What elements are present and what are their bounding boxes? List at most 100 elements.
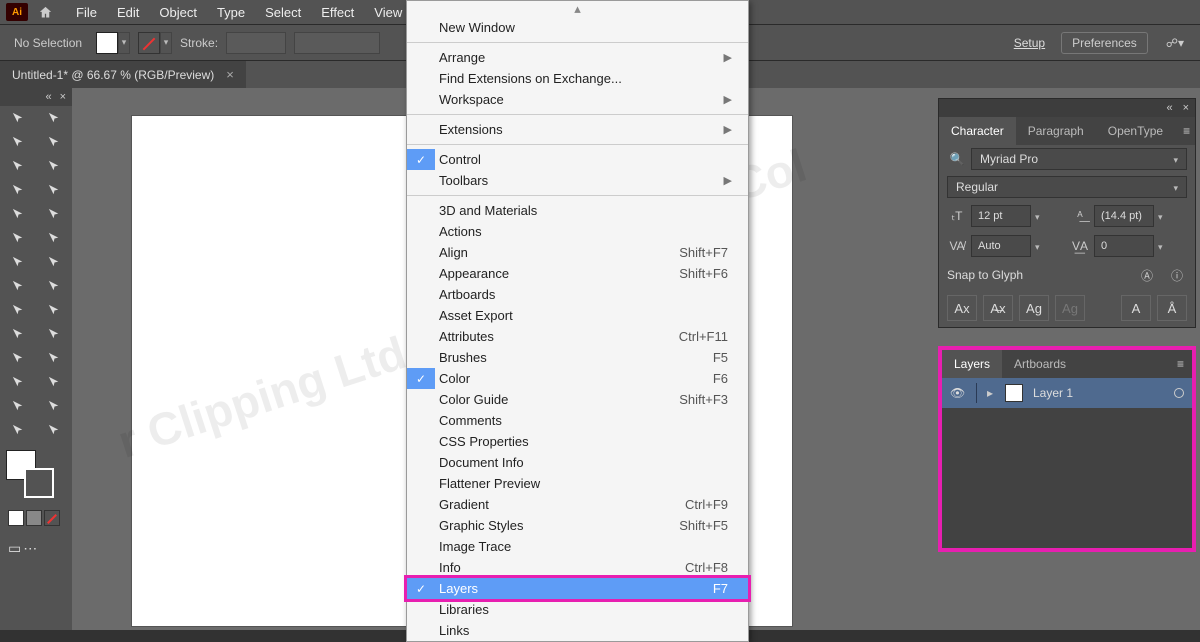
eraser-tool-icon[interactable] bbox=[36, 226, 72, 250]
menu-item-document-info[interactable]: Document Info bbox=[407, 452, 748, 473]
hand-tool-icon[interactable] bbox=[0, 418, 36, 442]
glyph-option[interactable]: Å bbox=[1157, 295, 1187, 321]
color-mode-icon[interactable] bbox=[8, 510, 24, 526]
type-tool-icon[interactable] bbox=[0, 178, 36, 202]
artboard-tool-icon[interactable] bbox=[0, 394, 36, 418]
menu-item-css-properties[interactable]: CSS Properties bbox=[407, 431, 748, 452]
layer-row[interactable]: 👁 ▸ Layer 1 bbox=[942, 378, 1192, 408]
menu-effect[interactable]: Effect bbox=[311, 1, 364, 24]
tab-character[interactable]: Character bbox=[939, 117, 1016, 145]
line-tool-icon[interactable] bbox=[36, 178, 72, 202]
visibility-icon[interactable]: 👁 bbox=[950, 386, 966, 400]
stroke-dropdown[interactable] bbox=[160, 32, 172, 54]
menu-item-control[interactable]: ✓Control bbox=[407, 149, 748, 170]
glyph-option[interactable]: Ax bbox=[947, 295, 977, 321]
fill-stroke-control[interactable] bbox=[6, 450, 66, 504]
perspective-tool-icon[interactable] bbox=[36, 298, 72, 322]
menu-item-comments[interactable]: Comments bbox=[407, 410, 748, 431]
scale-tool-icon[interactable] bbox=[36, 250, 72, 274]
menu-item-asset-export[interactable]: Asset Export bbox=[407, 305, 748, 326]
panel-menu-icon[interactable]: ≡ bbox=[1169, 357, 1192, 371]
menu-item-attributes[interactable]: AttributesCtrl+F11 bbox=[407, 326, 748, 347]
fill-dropdown[interactable] bbox=[118, 32, 130, 54]
free-transform-tool-icon[interactable] bbox=[36, 274, 72, 298]
menu-item-new-window[interactable]: New Window bbox=[407, 17, 748, 38]
rectangle-tool-icon[interactable] bbox=[0, 202, 36, 226]
shaper-tool-icon[interactable] bbox=[0, 226, 36, 250]
gradient-tool-icon[interactable] bbox=[36, 322, 72, 346]
font-size-input[interactable]: 12 pt bbox=[971, 205, 1031, 227]
selection-tool-icon[interactable] bbox=[0, 106, 36, 130]
mesh-tool-icon[interactable] bbox=[0, 322, 36, 346]
tracking-input[interactable]: 0 bbox=[1094, 235, 1154, 257]
snap-toggle-icon[interactable]: Ⓐ bbox=[1137, 265, 1157, 285]
menu-item-toolbars[interactable]: Toolbars▶ bbox=[407, 170, 748, 191]
eyedropper-tool-icon[interactable] bbox=[0, 346, 36, 370]
close-icon[interactable]: × bbox=[1183, 102, 1189, 114]
menu-item-color[interactable]: ✓ColorF6 bbox=[407, 368, 748, 389]
tab-opentype[interactable]: OpenType bbox=[1096, 117, 1175, 145]
preferences-button[interactable]: Preferences bbox=[1061, 32, 1148, 54]
menu-item-artboards[interactable]: Artboards bbox=[407, 284, 748, 305]
menu-item-brushes[interactable]: BrushesF5 bbox=[407, 347, 748, 368]
menu-item-links[interactable]: Links bbox=[407, 620, 748, 641]
close-icon[interactable]: × bbox=[226, 67, 234, 82]
menu-item-gradient[interactable]: GradientCtrl+F9 bbox=[407, 494, 748, 515]
menu-select[interactable]: Select bbox=[255, 1, 311, 24]
menu-item-find-extensions-on-exchange-[interactable]: Find Extensions on Exchange... bbox=[407, 68, 748, 89]
menu-edit[interactable]: Edit bbox=[107, 1, 149, 24]
tab-paragraph[interactable]: Paragraph bbox=[1016, 117, 1096, 145]
curvature-tool-icon[interactable] bbox=[36, 130, 72, 154]
menu-scroll-up-icon[interactable]: ▴ bbox=[407, 1, 748, 17]
rotate-tool-icon[interactable] bbox=[0, 250, 36, 274]
stroke-weight-input[interactable] bbox=[226, 32, 286, 54]
menu-item-image-trace[interactable]: Image Trace bbox=[407, 536, 748, 557]
collapse-icon[interactable]: « bbox=[1166, 102, 1172, 114]
search-icon[interactable]: 🔍 bbox=[947, 149, 967, 169]
menu-item-align[interactable]: AlignShift+F7 bbox=[407, 242, 748, 263]
expand-icon[interactable]: ▸ bbox=[987, 386, 995, 400]
menu-file[interactable]: File bbox=[66, 1, 107, 24]
menu-item-extensions[interactable]: Extensions▶ bbox=[407, 119, 748, 140]
brush-picker[interactable] bbox=[294, 32, 380, 54]
layer-name[interactable]: Layer 1 bbox=[1033, 386, 1073, 400]
info-icon[interactable]: ⓘ bbox=[1167, 265, 1187, 285]
menu-item-layers[interactable]: ✓LayersF7 bbox=[407, 578, 748, 599]
wand-tool-icon[interactable] bbox=[0, 154, 36, 178]
blend-tool-icon[interactable] bbox=[36, 346, 72, 370]
paintbrush-tool-icon[interactable] bbox=[36, 202, 72, 226]
shape-builder-tool-icon[interactable] bbox=[0, 298, 36, 322]
document-tab[interactable]: Untitled-1* @ 66.67 % (RGB/Preview) × bbox=[0, 61, 246, 88]
home-icon[interactable] bbox=[36, 3, 54, 21]
menu-item-graphic-styles[interactable]: Graphic StylesShift+F5 bbox=[407, 515, 748, 536]
menu-type[interactable]: Type bbox=[207, 1, 255, 24]
tab-layers[interactable]: Layers bbox=[942, 350, 1002, 378]
menu-item-appearance[interactable]: AppearanceShift+F6 bbox=[407, 263, 748, 284]
pen-tool-icon[interactable] bbox=[0, 130, 36, 154]
menu-item-workspace[interactable]: Workspace▶ bbox=[407, 89, 748, 110]
menu-item-arrange[interactable]: Arrange▶ bbox=[407, 47, 748, 68]
menu-item-color-guide[interactable]: Color GuideShift+F3 bbox=[407, 389, 748, 410]
glyph-option[interactable]: Ag bbox=[1055, 295, 1085, 321]
menu-item-info[interactable]: InfoCtrl+F8 bbox=[407, 557, 748, 578]
menu-item-actions[interactable]: Actions bbox=[407, 221, 748, 242]
collapse-icon[interactable]: « bbox=[45, 91, 51, 103]
glyph-option[interactable]: A bbox=[1121, 295, 1151, 321]
slice-tool-icon[interactable] bbox=[36, 394, 72, 418]
kerning-input[interactable]: Auto bbox=[971, 235, 1031, 257]
font-family-input[interactable]: Myriad Pro bbox=[971, 148, 1187, 170]
document-setup-link[interactable]: Setup bbox=[1008, 32, 1051, 54]
column-graph-tool-icon[interactable] bbox=[36, 370, 72, 394]
glyph-option[interactable]: Ag bbox=[1019, 295, 1049, 321]
edit-toolbar-icon[interactable]: ⋯ bbox=[23, 536, 37, 560]
panel-arrange-icon[interactable]: ☍▾ bbox=[1158, 32, 1192, 54]
width-tool-icon[interactable] bbox=[0, 274, 36, 298]
panel-menu-icon[interactable]: ≡ bbox=[1175, 124, 1198, 138]
target-icon[interactable] bbox=[1174, 388, 1184, 398]
menu-item-flattener-preview[interactable]: Flattener Preview bbox=[407, 473, 748, 494]
fill-swatch[interactable] bbox=[96, 32, 118, 54]
zoom-tool-icon[interactable] bbox=[36, 418, 72, 442]
menu-object[interactable]: Object bbox=[149, 1, 207, 24]
screen-mode-icon[interactable]: ▭ bbox=[8, 536, 21, 560]
stroke-swatch[interactable] bbox=[138, 32, 160, 54]
